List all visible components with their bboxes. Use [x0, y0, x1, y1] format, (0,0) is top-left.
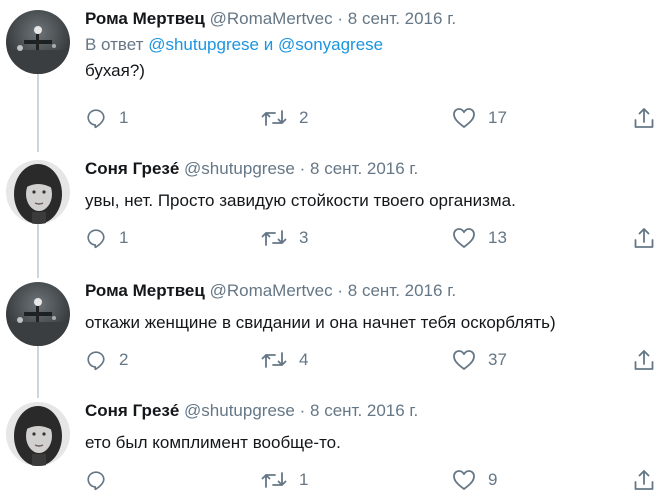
heart-icon [452, 469, 476, 491]
author-name[interactable]: Соня Грезé [85, 159, 179, 178]
tweet-header: Соня Грезé @shutupgrese · 8 сент. 2016 г… [85, 156, 662, 182]
avatar[interactable] [6, 402, 70, 466]
retweet-icon [261, 349, 287, 371]
heart-icon [452, 349, 476, 371]
heart-icon [452, 227, 476, 249]
reply-prefix: В ответ [85, 35, 144, 54]
like-count: 9 [488, 470, 498, 489]
author-name[interactable]: Соня Грезé [85, 401, 179, 420]
share-icon [633, 468, 655, 492]
share-button[interactable] [633, 226, 655, 250]
tweet-text: ето был комплимент вообще-то. [85, 433, 341, 452]
separator: · [337, 9, 344, 28]
retweet-count: 1 [299, 470, 309, 489]
tweet-date[interactable]: 8 сент. 2016 г. [348, 281, 456, 300]
reply-icon [85, 107, 107, 129]
tweet-text: откажи женщине в свидании и она начнет т… [85, 313, 556, 332]
share-icon [633, 348, 655, 372]
author-handle[interactable]: @shutupgrese [184, 159, 295, 178]
like-count: 37 [488, 350, 507, 369]
retweet-button[interactable]: 3 [261, 226, 308, 250]
share-button[interactable] [633, 106, 655, 130]
reply-icon [85, 349, 107, 371]
share-icon [633, 226, 655, 250]
reply-button[interactable]: 2 [85, 348, 128, 372]
tweet-actions: 2 4 37 [85, 348, 665, 372]
separator: · [299, 401, 306, 420]
avatar[interactable] [6, 282, 70, 346]
retweet-count: 3 [299, 228, 309, 247]
tweet-date[interactable]: 8 сент. 2016 г. [310, 401, 418, 420]
heart-icon [452, 107, 476, 129]
reply-button[interactable]: 1 [85, 226, 128, 250]
tweet-actions: 1 3 13 [85, 226, 665, 250]
share-icon [633, 106, 655, 130]
tweet-date[interactable]: 8 сент. 2016 г. [348, 9, 456, 28]
reply-count: 2 [119, 350, 129, 369]
author-name[interactable]: Рома Мертвец [85, 9, 205, 28]
reply-and: и [263, 35, 274, 54]
retweet-button[interactable]: 1 [261, 468, 308, 492]
tweet-header: Соня Грезé @shutupgrese · 8 сент. 2016 г… [85, 398, 662, 424]
retweet-icon [261, 469, 287, 491]
like-count: 13 [488, 228, 507, 247]
reply-button[interactable] [85, 468, 119, 492]
tweet-text: бухая?) [85, 61, 145, 80]
avatar[interactable] [6, 10, 70, 74]
tweet-actions: 1 2 17 [85, 106, 665, 130]
like-button[interactable]: 9 [452, 468, 497, 492]
share-button[interactable] [633, 348, 655, 372]
tweet-thread: Рома Мертвец @RomaMertvec · 8 сент. 2016… [0, 0, 672, 496]
retweet-count: 4 [299, 350, 309, 369]
reply-button[interactable]: 1 [85, 106, 128, 130]
like-count: 17 [488, 108, 507, 127]
reply-icon [85, 469, 107, 491]
tweet-header: Рома Мертвец @RomaMertvec · 8 сент. 2016… [85, 278, 662, 304]
retweet-icon [261, 227, 287, 249]
author-handle[interactable]: @RomaMertvec [210, 9, 333, 28]
tweet-actions: 1 9 [85, 468, 665, 492]
mention-link[interactable]: @sonyagrese [278, 35, 383, 54]
separator: · [299, 159, 306, 178]
retweet-button[interactable]: 2 [261, 106, 308, 130]
author-handle[interactable]: @shutupgrese [184, 401, 295, 420]
reply-count: 1 [119, 228, 129, 247]
author-name[interactable]: Рома Мертвец [85, 281, 205, 300]
avatar[interactable] [6, 160, 70, 224]
share-button[interactable] [633, 468, 655, 492]
like-button[interactable]: 13 [452, 226, 507, 250]
reply-icon [85, 227, 107, 249]
reply-context: В ответ @shutupgrese и @sonyagrese [85, 32, 662, 58]
tweet-date[interactable]: 8 сент. 2016 г. [310, 159, 418, 178]
retweet-button[interactable]: 4 [261, 348, 308, 372]
author-handle[interactable]: @RomaMertvec [210, 281, 333, 300]
like-button[interactable]: 37 [452, 348, 507, 372]
retweet-count: 2 [299, 108, 309, 127]
separator: · [337, 281, 344, 300]
tweet-header: Рома Мертвец @RomaMertvec · 8 сент. 2016… [85, 6, 662, 32]
reply-count: 1 [119, 108, 129, 127]
retweet-icon [261, 107, 287, 129]
like-button[interactable]: 17 [452, 106, 507, 130]
thread-line [37, 74, 39, 152]
tweet-text: увы, нет. Просто завидую стойкости твоег… [85, 191, 516, 210]
mention-link[interactable]: @shutupgrese [148, 35, 259, 54]
